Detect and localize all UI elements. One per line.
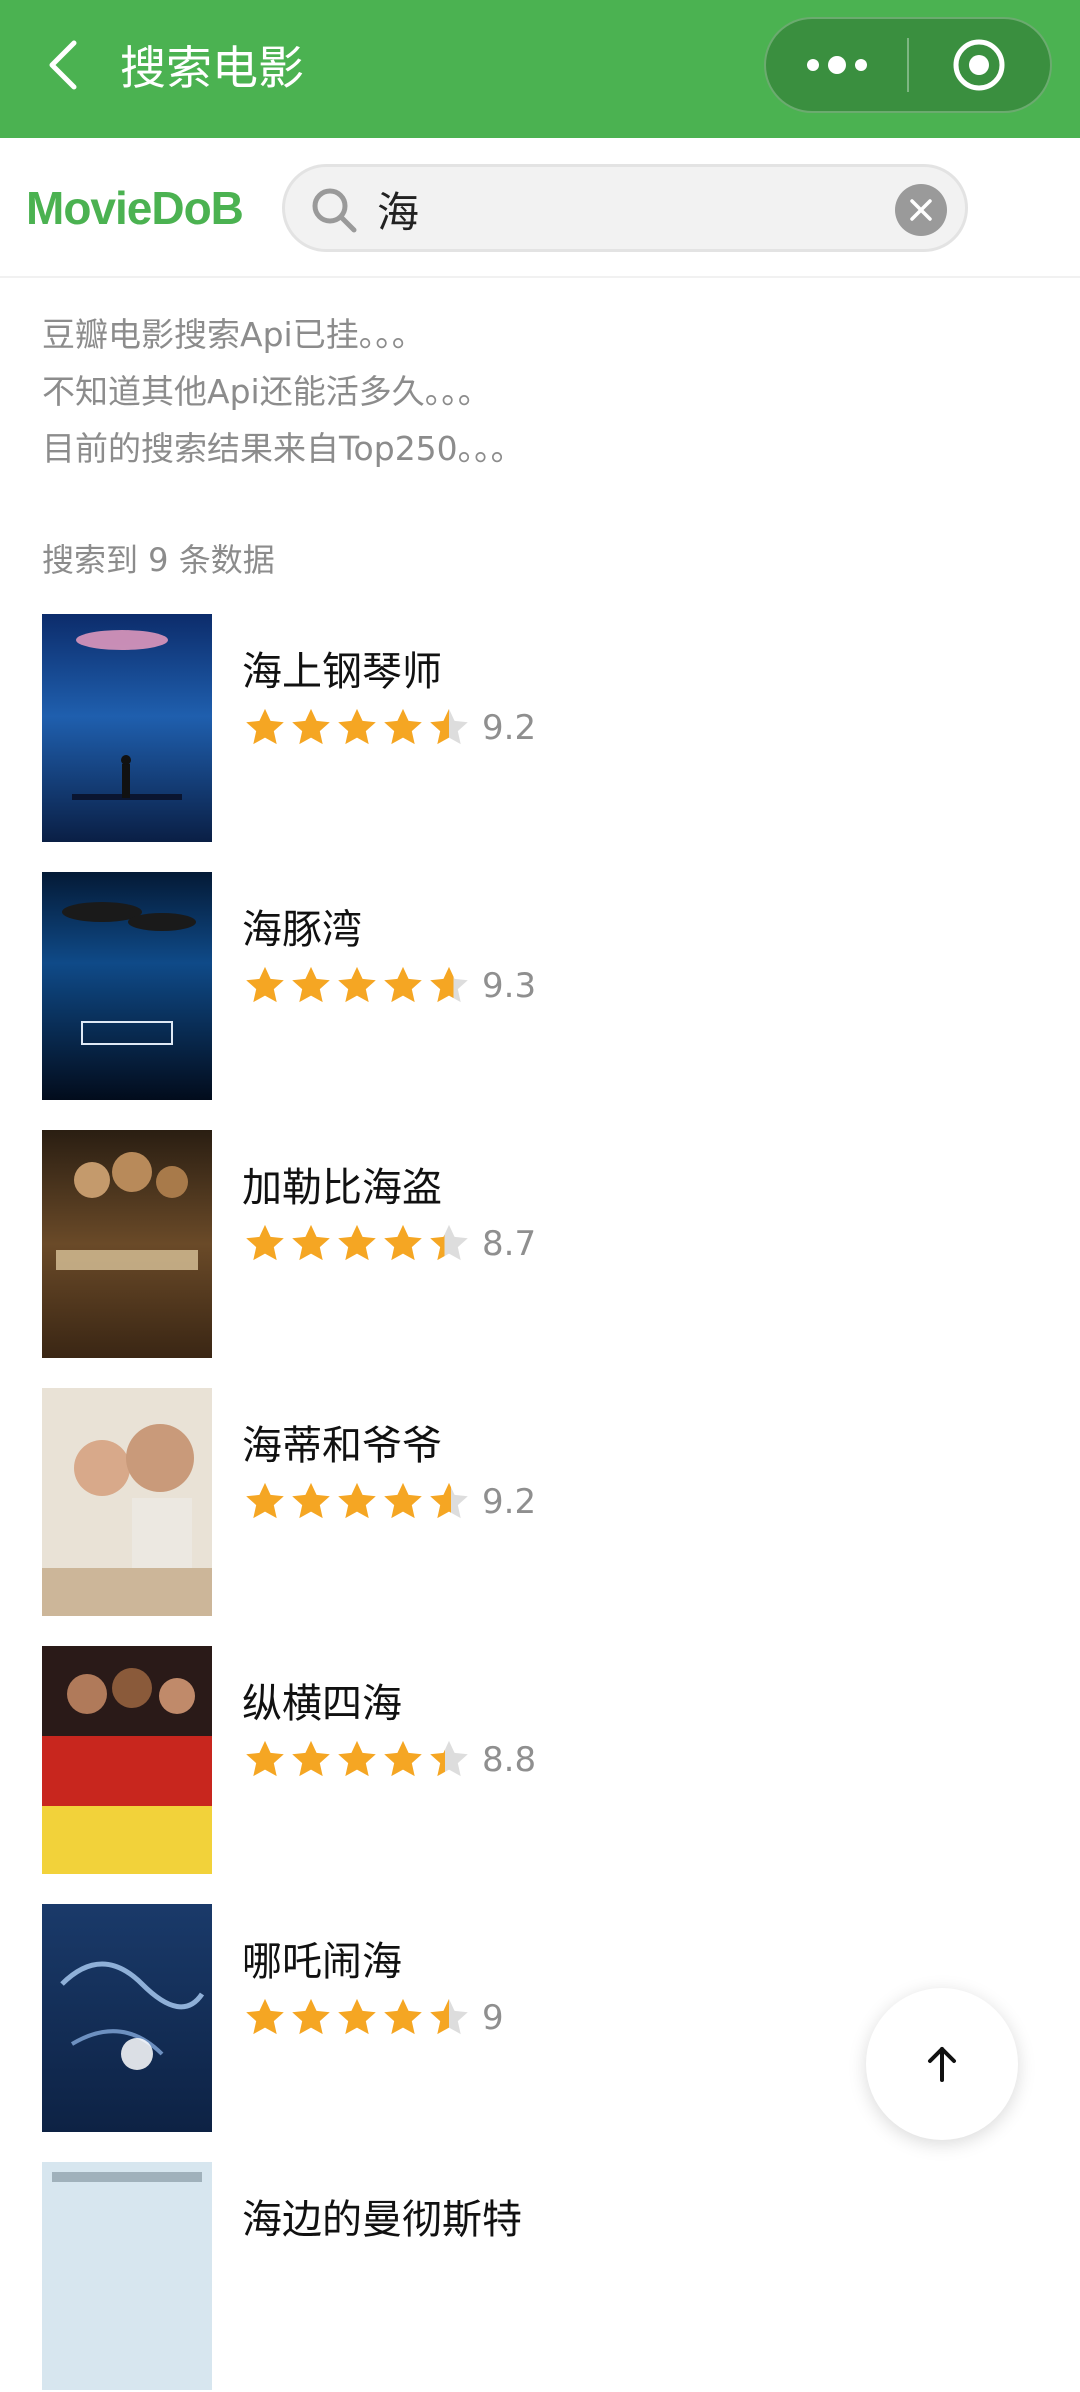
movie-item[interactable]: 纵横四海 8.8 [0, 1646, 1080, 1876]
movie-item[interactable]: 海豚湾 9.3 [0, 872, 1080, 1102]
notice-line: 不知道其他Api还能活多久。。。 [42, 372, 491, 411]
movie-poster [42, 872, 212, 1100]
movie-title: 纵横四海 [242, 1681, 402, 1727]
half-star-icon [430, 1740, 468, 1777]
star-rating: 8.7 [242, 1218, 536, 1270]
star-icon [384, 1482, 422, 1519]
movie-poster [42, 614, 212, 842]
star-icon [384, 1224, 422, 1261]
movie-poster [42, 2162, 212, 2390]
star-icon [292, 1998, 330, 2035]
navigation-bar: 搜索电影 [0, 0, 1080, 138]
star-icon [292, 708, 330, 745]
rating-score: 9.3 [482, 966, 537, 1006]
star-icon [384, 1998, 422, 2035]
movie-poster [42, 1130, 212, 1358]
movie-item[interactable]: 海蒂和爷爷 9.2 [0, 1388, 1080, 1618]
star-rating: 9.3 [242, 960, 536, 1012]
clear-search-button[interactable] [895, 184, 947, 236]
star-icon [338, 1224, 376, 1261]
half-star-icon [430, 1482, 468, 1519]
star-icon [338, 1482, 376, 1519]
movie-item[interactable]: 海边的曼彻斯特 [0, 2162, 1080, 2392]
star-icon [246, 966, 284, 1003]
rating-score: 8.7 [482, 1224, 537, 1264]
search-box[interactable] [282, 164, 968, 252]
star-rating: 8.8 [242, 1734, 536, 1786]
star-icon [292, 1224, 330, 1261]
mini-program-capsule [764, 17, 1052, 113]
movie-title: 加勒比海盗 [242, 1165, 442, 1211]
more-button[interactable] [766, 19, 907, 111]
star-icon [384, 708, 422, 745]
star-rating: 9.2 [242, 702, 536, 754]
star-icon [292, 966, 330, 1003]
star-icon [246, 708, 284, 745]
close-miniprogram-button[interactable] [909, 19, 1050, 111]
movie-poster [42, 1646, 212, 1874]
half-star-icon [430, 1224, 468, 1261]
star-icon [246, 1482, 284, 1519]
api-notice: 豆瓣电影搜索Api已挂。。。 不知道其他Api还能活多久。。。 目前的搜索结果来… [42, 306, 1042, 477]
more-dots-icon [806, 56, 867, 74]
star-icon [338, 966, 376, 1003]
star-icon [338, 708, 376, 745]
back-to-top-button[interactable] [866, 1988, 1018, 2140]
movie-poster [42, 1904, 212, 2132]
movie-title: 海豚湾 [242, 907, 362, 953]
movie-title: 海蒂和爷爷 [242, 1423, 442, 1469]
star-icon [246, 1998, 284, 2035]
star-icon [384, 1740, 422, 1777]
movie-poster [42, 1388, 212, 1616]
star-icon [292, 1740, 330, 1777]
star-rating: 9.2 [242, 1476, 536, 1528]
rating-score: 9.2 [482, 1482, 537, 1522]
close-icon [910, 199, 932, 221]
notice-line: 目前的搜索结果来自Top250。。。 [42, 429, 524, 468]
movie-title: 哪吒闹海 [242, 1939, 402, 1985]
star-icon [384, 966, 422, 1003]
search-icon [312, 188, 357, 233]
half-star-icon [430, 966, 468, 1003]
search-input[interactable] [377, 177, 857, 241]
star-icon [246, 1224, 284, 1261]
target-circle-icon [953, 39, 1005, 91]
movie-title: 海上钢琴师 [242, 649, 442, 695]
half-star-icon [430, 1998, 468, 2035]
notice-line: 豆瓣电影搜索Api已挂。。。 [42, 315, 425, 354]
result-count: 搜索到 9 条数据 [42, 541, 275, 579]
rating-score: 9.2 [482, 708, 537, 748]
rating-score: 9 [482, 1998, 504, 2038]
half-star-icon [430, 708, 468, 745]
star-icon [246, 1740, 284, 1777]
search-header: MovieDoB [0, 138, 1080, 278]
brand-logo: MovieDoB [26, 182, 244, 234]
star-icon [338, 1998, 376, 2035]
star-rating: 9 [242, 1992, 504, 2044]
chevron-left-icon [49, 40, 77, 90]
arrow-up-icon [928, 2047, 956, 2082]
back-button[interactable] [34, 30, 94, 100]
page-title: 搜索电影 [120, 41, 304, 95]
rating-score: 8.8 [482, 1740, 537, 1780]
movie-item[interactable]: 加勒比海盗 8.7 [0, 1130, 1080, 1360]
movie-item[interactable]: 海上钢琴师 9.2 [0, 614, 1080, 844]
star-icon [338, 1740, 376, 1777]
movie-title: 海边的曼彻斯特 [242, 2197, 522, 2243]
star-icon [292, 1482, 330, 1519]
